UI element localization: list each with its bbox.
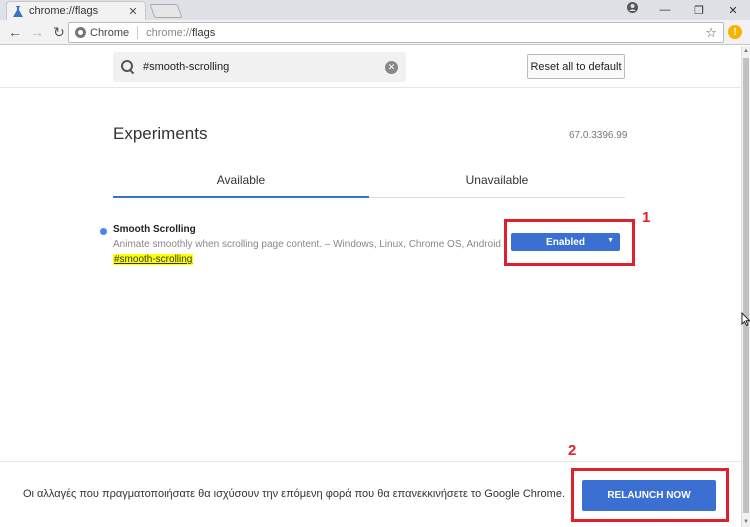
mouse-cursor-icon xyxy=(741,312,750,326)
page-scrollbar[interactable]: ▲ ▼ xyxy=(741,46,750,527)
flask-icon xyxy=(13,5,23,17)
scroll-up-icon[interactable]: ▲ xyxy=(743,48,749,54)
version-label: 67.0.3396.99 xyxy=(569,130,628,141)
search-header: ✕ Reset all to default xyxy=(0,46,741,88)
close-window-icon[interactable]: ✕ xyxy=(716,4,750,17)
flags-page: ✕ Reset all to default Experiments 67.0.… xyxy=(0,46,741,527)
search-box[interactable]: ✕ xyxy=(113,52,406,82)
page-title: Experiments xyxy=(113,124,208,143)
annotation-box-1 xyxy=(504,219,635,266)
profile-icon[interactable] xyxy=(627,2,638,16)
url-path: flags xyxy=(191,26,216,39)
window-controls: — ❐ ✕ xyxy=(648,0,750,20)
title-bar: chrome://flags ✕ — ❐ ✕ xyxy=(0,0,750,20)
relaunch-message: Οι αλλαγές που πραγματοποιήσατε θα ισχύσ… xyxy=(23,488,566,500)
tab-unavailable[interactable]: Unavailable xyxy=(369,162,625,197)
flag-name: Smooth Scrolling xyxy=(113,224,196,235)
tab-close-icon[interactable]: ✕ xyxy=(127,5,139,18)
chip-label: Chrome xyxy=(90,26,130,39)
address-bar[interactable]: Chrome chrome://flags ☆ xyxy=(68,22,724,43)
modified-dot-icon xyxy=(100,228,107,235)
minimize-icon[interactable]: — xyxy=(648,4,682,16)
scroll-down-icon[interactable]: ▼ xyxy=(743,519,749,525)
browser-toolbar: ← → ↻ Chrome chrome://flags ☆ ! xyxy=(0,20,750,45)
flag-permalink[interactable]: #smooth-scrolling xyxy=(113,254,194,265)
scroll-thumb[interactable] xyxy=(743,58,749,513)
flag-description: Animate smoothly when scrolling page con… xyxy=(113,239,501,250)
address-divider xyxy=(137,26,139,39)
annotation-box-2 xyxy=(571,468,729,522)
chrome-logo-icon xyxy=(75,27,86,38)
maximize-icon[interactable]: ❐ xyxy=(682,4,716,17)
back-arrow-icon[interactable]: ← xyxy=(4,21,26,43)
forward-arrow-icon[interactable]: → xyxy=(26,21,48,43)
url-scheme: chrome:// xyxy=(146,26,192,39)
search-icon xyxy=(121,60,135,74)
security-chip[interactable]: Chrome xyxy=(75,27,129,39)
clear-search-icon[interactable]: ✕ xyxy=(385,60,398,74)
browser-tab[interactable]: chrome://flags ✕ xyxy=(6,1,146,20)
reload-icon[interactable]: ↻ xyxy=(48,21,70,43)
bookmark-star-icon[interactable]: ☆ xyxy=(705,25,717,41)
search-input[interactable] xyxy=(143,61,385,73)
annotation-label-1: 1 xyxy=(642,209,651,226)
annotation-label-2: 2 xyxy=(568,442,577,459)
reset-all-button[interactable]: Reset all to default xyxy=(527,54,625,79)
flags-tabs: Available Unavailable xyxy=(113,162,625,198)
url-text[interactable]: chrome://flags xyxy=(146,27,705,39)
tab-title: chrome://flags xyxy=(29,5,99,17)
extension-warning-icon[interactable]: ! xyxy=(728,25,742,39)
new-tab-button[interactable] xyxy=(149,4,183,18)
tab-available[interactable]: Available xyxy=(113,162,369,198)
